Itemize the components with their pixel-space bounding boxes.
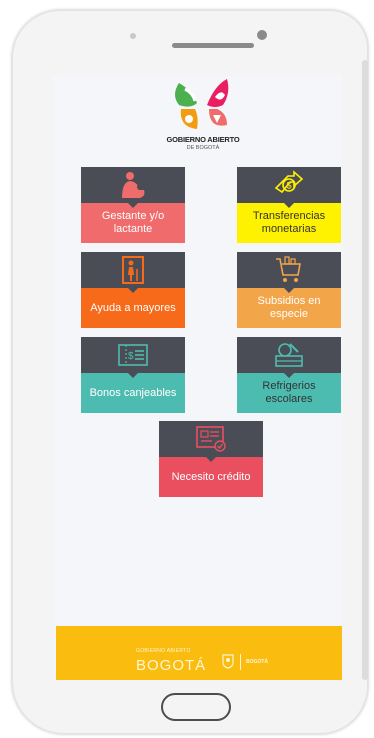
- logo-title: GOBIERNO ABIERTO: [166, 135, 240, 144]
- tile-label: Bonos canjeables: [81, 373, 185, 413]
- tile-label: Transferencias monetarias: [237, 203, 341, 243]
- svg-text:$: $: [287, 181, 292, 191]
- logo-subtitle: DE BOGOTÁ: [186, 145, 220, 151]
- coat-of-arms-icon: [222, 654, 234, 669]
- tile-label: Refrigerios escolares: [237, 373, 341, 413]
- svg-text:$: $: [128, 351, 134, 362]
- tile-subsidios-especie[interactable]: Subsidios en especie: [237, 252, 341, 328]
- tile-label: Gestante y/o lactante: [81, 203, 185, 243]
- gobierno-abierto-logo: GOBIERNO ABIERTO DE BOGOTÁ: [157, 75, 249, 157]
- credit-card-icon: [196, 426, 226, 452]
- shopping-cart-icon: [276, 256, 301, 282]
- tile-refrigerios-escolares[interactable]: Refrigerios escolares: [237, 337, 341, 413]
- phone-camera-right: [257, 30, 267, 40]
- footer-banner: GOBIERNO ABIERTO BOGOTÁ BOGOTÁ: [56, 626, 342, 680]
- tile-label: Ayuda a mayores: [81, 288, 185, 328]
- butterfly-logo-icon: [175, 79, 229, 129]
- phone-home-key[interactable]: [161, 693, 231, 721]
- tile-label: Necesito crédito: [159, 457, 263, 497]
- phone-camera-left: [130, 33, 136, 39]
- tile-icon-area: [81, 167, 185, 208]
- tile-ayuda-mayores[interactable]: Ayuda a mayores: [81, 252, 185, 328]
- elderly-icon: [122, 256, 144, 284]
- tile-gestante-lactante[interactable]: Gestante y/o lactante: [81, 167, 185, 243]
- tile-icon-area: [81, 252, 185, 293]
- tile-icon-area: $: [237, 167, 341, 208]
- tile-bonos-canjeables[interactable]: $ Bonos canjeables: [81, 337, 185, 413]
- mother-baby-icon: [122, 172, 145, 198]
- footer-divider: [240, 654, 241, 670]
- tile-label: Subsidios en especie: [237, 288, 341, 328]
- phone-speaker: [172, 43, 254, 48]
- tile-transferencias-monetarias[interactable]: $ Transferencias monetarias: [237, 167, 341, 243]
- money-transfer-icon: $: [274, 170, 304, 194]
- tile-necesito-credito[interactable]: Necesito crédito: [159, 421, 263, 497]
- footer-bogota-text: BOGOTÁ: [136, 657, 207, 674]
- footer-small-text: GOBIERNO ABIERTO: [136, 648, 191, 654]
- tile-icon-area: $: [81, 337, 185, 378]
- tile-icon-area: [159, 421, 263, 462]
- phone-side-edge: [362, 60, 368, 680]
- tile-icon-area: [237, 337, 341, 378]
- lunchbox-icon: [275, 343, 303, 367]
- footer-partner-logo: BOGOTÁ: [246, 659, 268, 665]
- app-screen: GOBIERNO ABIERTO DE BOGOTÁ Gestante y/o …: [53, 75, 342, 680]
- tile-icon-area: [237, 252, 341, 293]
- voucher-icon: $: [118, 344, 148, 366]
